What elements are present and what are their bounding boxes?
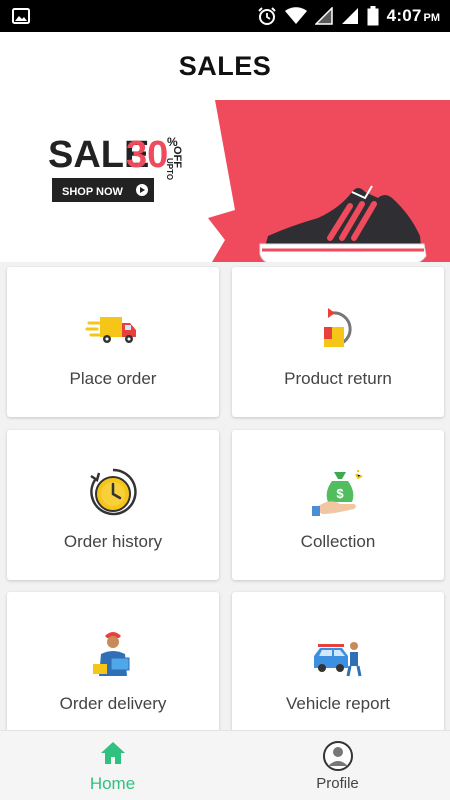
- nav-home[interactable]: Home: [0, 731, 225, 800]
- sale-off: OFF: [171, 146, 183, 168]
- nav-profile-label: Profile: [316, 775, 359, 792]
- app-bar: SALES: [0, 32, 450, 100]
- menu-card-place-order[interactable]: Place order: [7, 267, 219, 417]
- promo-banner[interactable]: SALE 30 UPTO % OFF SHOP NOW: [0, 100, 450, 262]
- menu-card-order-history[interactable]: Order history: [7, 430, 219, 580]
- user-avatar-icon: [322, 741, 353, 771]
- menu-label: Collection: [300, 532, 376, 551]
- menu-label: Order history: [63, 532, 163, 551]
- menu-label: Vehicle report: [286, 694, 390, 713]
- product-return-icon: [324, 308, 352, 347]
- alarm-icon: [257, 7, 276, 25]
- sale-discount: 30: [126, 134, 168, 176]
- wifi-icon: [284, 7, 307, 24]
- time: 4:07: [386, 6, 422, 25]
- money-bag-icon: $: [312, 470, 363, 516]
- banner-graphic: SALE 30 UPTO % OFF SHOP NOW: [48, 100, 450, 262]
- menu-card-order-delivery[interactable]: Order delivery: [7, 592, 219, 730]
- svg-text:$: $: [336, 486, 344, 501]
- delivery-truck-icon: [85, 317, 136, 343]
- delivery-man-icon: [93, 632, 130, 676]
- menu-card-product-return[interactable]: Product return: [232, 267, 444, 417]
- ampm: PM: [423, 12, 441, 24]
- menu-label: Order delivery: [59, 694, 167, 713]
- signal-full-icon: [341, 8, 358, 24]
- image-notification-icon: [12, 8, 30, 24]
- shop-now-label: SHOP NOW: [62, 186, 124, 198]
- menu-label: Product return: [284, 369, 392, 388]
- bottom-navigation: Home Profile: [0, 730, 450, 800]
- home-icon: [100, 742, 125, 764]
- menu-card-vehicle-report[interactable]: Vehicle report: [232, 592, 444, 730]
- nav-home-label: Home: [89, 774, 136, 793]
- vehicle-repair-icon: [314, 642, 362, 677]
- clock-history-icon: [90, 468, 137, 516]
- menu-card-collection[interactable]: $ Collection: [232, 430, 444, 580]
- nav-profile[interactable]: Profile: [225, 731, 450, 800]
- battery-icon: [367, 6, 379, 26]
- signal-icon: [314, 7, 333, 25]
- menu-grid: Place order Product return Order history…: [0, 262, 450, 730]
- clock: 4:07 PM: [387, 6, 440, 26]
- status-bar: 4:07 PM: [0, 0, 450, 32]
- page-title: SALES: [178, 50, 272, 81]
- menu-label: Place order: [69, 369, 157, 388]
